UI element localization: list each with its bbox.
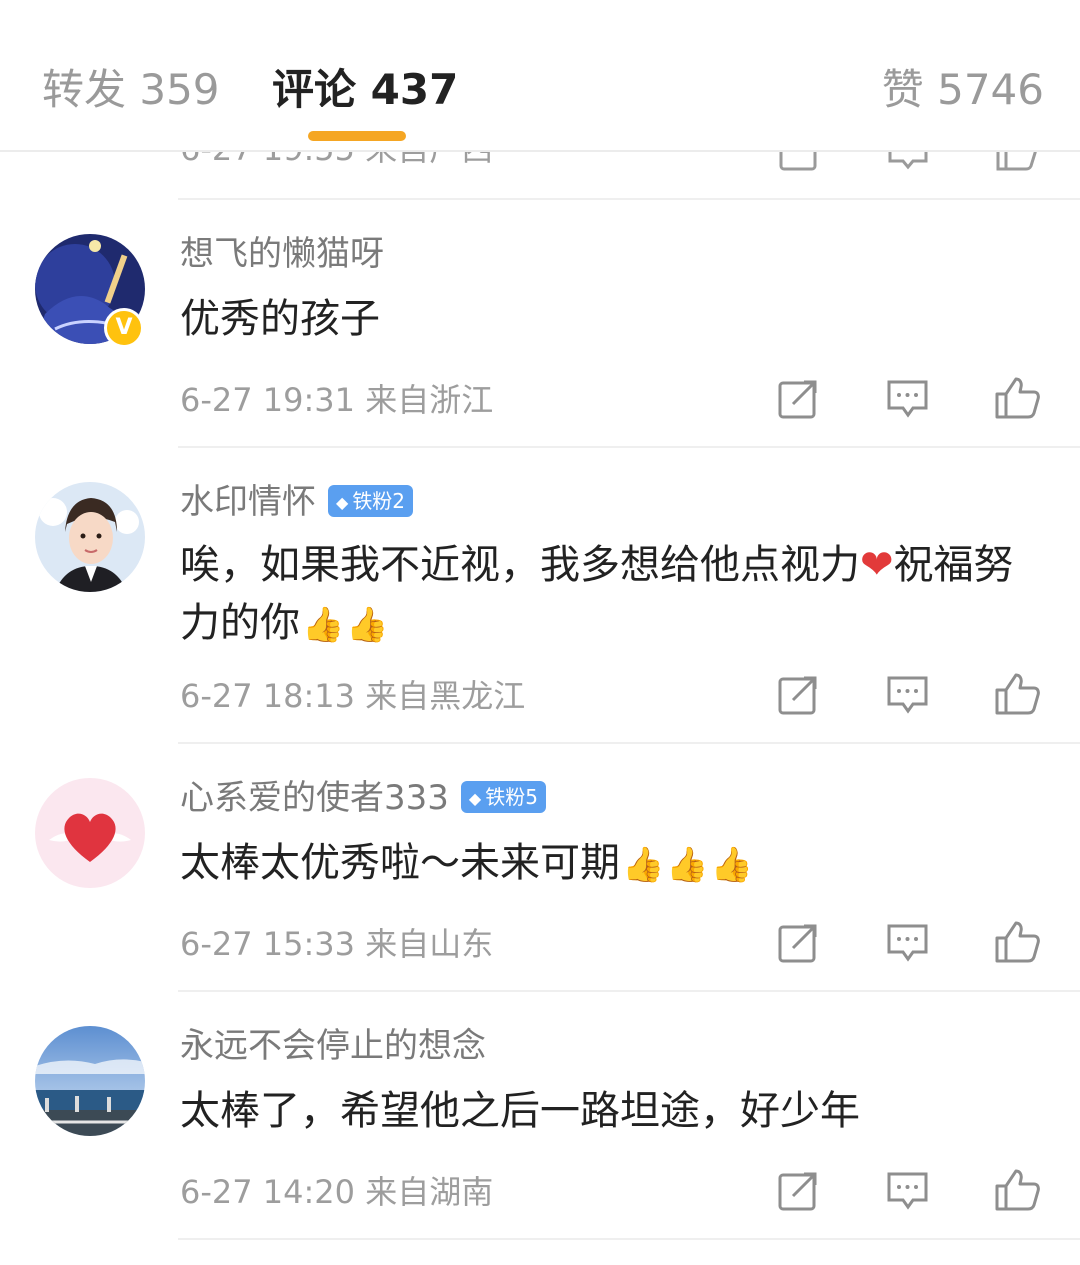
comment-meta: 6-27 15:33 来自山东 <box>180 925 494 963</box>
comment-text: 太棒了，希望他之后一路坦途，好少年 <box>180 1088 860 1134</box>
thumbs-up-icon[interactable] <box>994 376 1040 419</box>
partial-comment: 6-27 19:55 来自广西 <box>0 150 1080 198</box>
thumbs-up-emoji-icon: 👍 <box>622 845 665 885</box>
divider <box>178 446 1080 448</box>
comment-icon[interactable] <box>886 1170 930 1212</box>
fan-badge: ◆ 铁粉2 <box>328 484 414 517</box>
username-text: 水印情怀 <box>180 482 316 522</box>
avatar[interactable] <box>35 482 145 592</box>
username[interactable]: 想飞的懒猫呀 <box>180 232 384 276</box>
divider <box>178 1238 1080 1240</box>
tab-likes[interactable]: 赞 5746 <box>882 62 1044 118</box>
divider <box>178 990 1080 992</box>
comment-text: 优秀的孩子 <box>180 296 380 342</box>
username[interactable]: 永远不会停止的想念 <box>180 1024 486 1068</box>
comment-text-part: 太棒太优秀啦～未来可期 <box>180 840 620 886</box>
thumbs-up-emoji-icon: 👍 <box>302 605 345 645</box>
comment-icon[interactable] <box>886 378 930 420</box>
username-text: 心系爱的使者333 <box>180 778 449 818</box>
tab-repost[interactable]: 转发 359 <box>42 62 220 118</box>
thumbs-up-icon[interactable] <box>994 920 1040 963</box>
divider <box>178 198 1080 200</box>
fan-badge: ◆ 铁粉5 <box>460 780 546 813</box>
thumbs-up-emoji-icon: 👍 <box>666 845 709 885</box>
avatar[interactable] <box>35 778 145 888</box>
comment-meta: 6-27 19:31 来自浙江 <box>180 381 494 419</box>
comment-text: 唉，如果我不近视，我多想给他点视力❤祝福努力的你👍👍 <box>180 536 1050 654</box>
diamond-icon: ◆ <box>336 492 349 512</box>
comment-icon[interactable] <box>887 150 929 172</box>
repost-icon[interactable] <box>778 150 820 172</box>
repost-icon[interactable] <box>777 674 821 716</box>
avatar[interactable] <box>35 1026 145 1136</box>
thumbs-up-icon[interactable] <box>994 1168 1040 1211</box>
comment-meta: 6-27 18:13 来自黑龙江 <box>180 677 526 715</box>
verified-badge: V <box>104 308 144 348</box>
username[interactable]: 心系爱的使者333 ◆ 铁粉5 <box>180 776 546 820</box>
thumbs-up-icon[interactable] <box>994 672 1040 715</box>
comment-meta: 6-27 14:20 来自湖南 <box>180 1173 494 1211</box>
heart-icon: ❤ <box>860 542 894 588</box>
diamond-icon: ◆ <box>468 788 482 808</box>
comment-text-part: 唉，如果我不近视，我多想给他点视力 <box>180 542 860 588</box>
repost-icon[interactable] <box>777 1170 821 1212</box>
repost-icon[interactable] <box>777 378 821 420</box>
comment-icon[interactable] <box>886 674 930 716</box>
fan-badge-label: 铁粉2 <box>352 488 406 513</box>
thumbs-up-emoji-icon: 👍 <box>346 605 389 645</box>
tab-comments[interactable]: 评论 437 <box>272 62 458 118</box>
thumbs-up-emoji-icon: 👍 <box>710 845 754 885</box>
comment-meta: 6-27 19:55 来自广西 <box>180 150 493 170</box>
comment-icon[interactable] <box>886 922 930 964</box>
username[interactable]: 水印情怀 ◆ 铁粉2 <box>180 480 414 524</box>
thumbs-up-icon[interactable] <box>995 150 1037 172</box>
active-tab-indicator <box>308 131 406 141</box>
repost-icon[interactable] <box>777 922 821 964</box>
comment-text: 太棒太优秀啦～未来可期👍👍👍 <box>180 834 1050 894</box>
fan-badge-label: 铁粉5 <box>485 784 538 809</box>
tab-bar: 转发 359 评论 437 赞 5746 <box>0 0 1080 152</box>
divider <box>178 742 1080 744</box>
